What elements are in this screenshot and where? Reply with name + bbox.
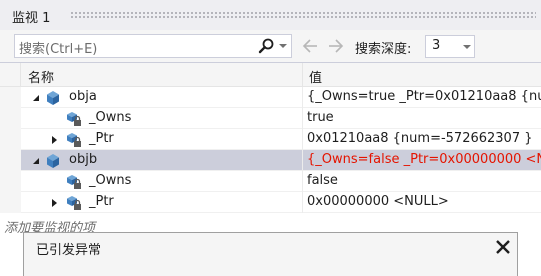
row-name: _Owns xyxy=(89,110,132,125)
watch-row-objb-ptr[interactable]: _Ptr 0x00000000 <NULL> xyxy=(0,192,541,213)
column-divider xyxy=(302,171,303,192)
close-icon[interactable] xyxy=(494,238,512,256)
watch-row-objb-owns[interactable]: _Owns false xyxy=(0,171,541,192)
class-object-icon xyxy=(47,91,59,105)
row-value[interactable]: 0x01210aa8 {num=-572662307 } xyxy=(307,131,533,146)
column-header-name[interactable]: 名称 xyxy=(28,67,54,86)
arrow-left-icon[interactable] xyxy=(300,37,320,55)
row-value[interactable]: {_Owns=true _Ptr=0x01210aa8 {num xyxy=(307,89,541,104)
row-name: _Owns xyxy=(89,173,132,188)
titlebar-grip[interactable] xyxy=(70,11,536,20)
search-placeholder: 搜索(Ctrl+E) xyxy=(19,42,98,57)
row-value[interactable]: 0x00000000 <NULL> xyxy=(307,194,449,209)
expander-expanded-icon[interactable] xyxy=(33,95,39,101)
row-name: _Ptr xyxy=(89,131,114,146)
expander-collapsed-icon[interactable] xyxy=(52,199,57,207)
watch-row-obja-ptr[interactable]: _Ptr 0x01210aa8 {num=-572662307 } xyxy=(0,129,541,150)
column-divider xyxy=(302,129,303,150)
search-depth-select[interactable]: 3 xyxy=(425,35,475,58)
column-resize-handle[interactable] xyxy=(302,63,303,87)
row-value[interactable]: true xyxy=(307,110,334,125)
search-depth-label: 搜索深度: xyxy=(355,42,412,57)
row-gutter xyxy=(0,129,21,150)
window-title: 监视 1 xyxy=(12,11,51,26)
exception-popup: 已引发异常 xyxy=(23,232,518,276)
search-depth-value: 3 xyxy=(432,38,441,53)
field-lock-icon xyxy=(67,175,81,189)
column-divider xyxy=(302,108,303,129)
field-lock-icon xyxy=(67,196,81,210)
column-divider xyxy=(20,63,21,87)
field-lock-icon xyxy=(67,112,81,126)
row-gutter xyxy=(0,171,21,192)
field-lock-icon xyxy=(67,133,81,147)
arrow-right-icon[interactable] xyxy=(326,37,346,55)
column-divider xyxy=(302,192,303,213)
row-gutter xyxy=(0,192,21,213)
watch-row-obja[interactable]: obja {_Owns=true _Ptr=0x01210aa8 {num xyxy=(0,87,541,108)
row-name: objb xyxy=(69,152,98,167)
row-name: obja xyxy=(69,89,97,104)
row-gutter xyxy=(0,108,21,129)
exception-title: 已引发异常 xyxy=(36,243,102,258)
search-input[interactable]: 搜索(Ctrl+E) xyxy=(14,34,292,58)
watch-row-obja-owns[interactable]: _Owns true xyxy=(0,108,541,129)
watch-row-objb[interactable]: objb {_Owns=false _Ptr=0x00000000 <NUL xyxy=(0,150,541,171)
expander-collapsed-icon[interactable] xyxy=(52,136,57,144)
class-object-icon xyxy=(47,154,59,168)
column-divider xyxy=(302,87,303,108)
row-gutter xyxy=(0,150,21,171)
expander-expanded-icon[interactable] xyxy=(33,158,39,164)
row-gutter xyxy=(0,87,21,108)
column-divider xyxy=(302,150,303,171)
column-header-row: 名称 值 xyxy=(0,63,541,87)
watch-window-titlebar[interactable]: 监视 1 xyxy=(0,0,541,30)
column-header-value[interactable]: 值 xyxy=(309,67,322,86)
watch-toolbar: 搜索(Ctrl+E) 搜索深度: 3 xyxy=(0,30,541,62)
row-name: _Ptr xyxy=(89,194,114,209)
row-value[interactable]: false xyxy=(307,173,338,188)
search-icon[interactable] xyxy=(257,37,275,55)
search-options-dropdown-icon[interactable] xyxy=(279,44,287,48)
row-value[interactable]: {_Owns=false _Ptr=0x00000000 <NUL xyxy=(307,152,541,167)
chevron-down-icon[interactable] xyxy=(463,45,471,49)
